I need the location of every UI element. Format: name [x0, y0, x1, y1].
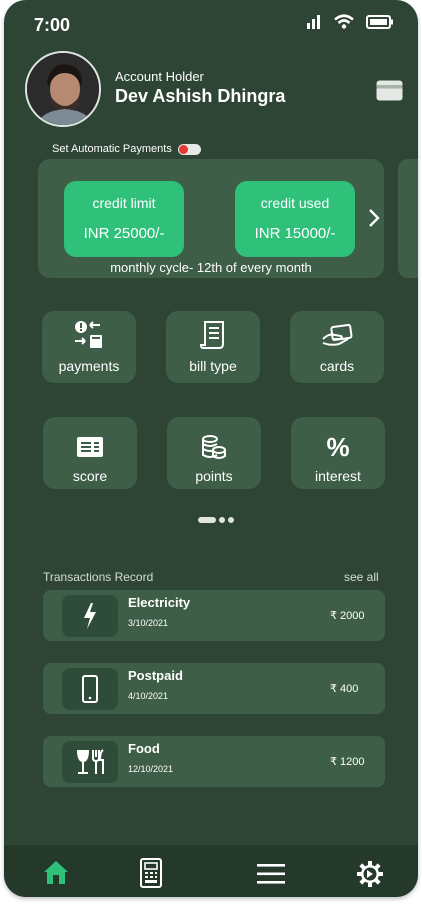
- transaction-name: Postpaid: [128, 668, 183, 683]
- pos-terminal-icon[interactable]: [140, 858, 162, 893]
- autopay-label: Set Automatic Payments: [52, 143, 172, 155]
- credit-used-value: INR 15000/-: [254, 225, 336, 242]
- score-icon: [77, 437, 103, 457]
- credit-limit-pill: credit limit INR 25000/-: [64, 181, 184, 257]
- percent-icon: %: [326, 431, 350, 462]
- tile-score[interactable]: score: [43, 417, 137, 489]
- transactions-title: Transactions Record: [43, 570, 154, 584]
- credit-used-pill: credit used INR 15000/-: [235, 181, 355, 257]
- chevron-right-icon[interactable]: [368, 208, 380, 233]
- transaction-row[interactable]: Postpaid 4/10/2021 ₹ 400: [43, 663, 385, 714]
- page-indicator[interactable]: [198, 517, 234, 523]
- phone-icon: [82, 675, 98, 703]
- tile-label: points: [195, 468, 233, 484]
- transaction-amount: ₹ 2000: [330, 610, 365, 622]
- tile-label: bill type: [189, 358, 237, 374]
- tile-bill-type[interactable]: bill type: [166, 311, 260, 383]
- transaction-row[interactable]: Electricity 3/10/2021 ₹ 2000: [43, 590, 385, 641]
- lightning-icon: [84, 603, 96, 629]
- account-label: Account Holder: [115, 69, 204, 84]
- home-icon[interactable]: [43, 860, 69, 890]
- page-dot-active: [198, 517, 216, 523]
- coins-icon: [202, 435, 226, 459]
- tile-cards[interactable]: cards: [290, 311, 384, 383]
- credit-limit-value: INR 25000/-: [83, 225, 165, 242]
- autopay-toggle[interactable]: [177, 143, 201, 155]
- tile-label: score: [72, 468, 108, 484]
- account-holder-name: Dev Ashish Dhingra: [115, 86, 286, 106]
- transaction-date: 4/10/2021: [128, 691, 169, 701]
- tile-label: interest: [315, 468, 361, 484]
- transaction-amount: ₹ 1200: [330, 756, 365, 768]
- food-icon-box: [62, 741, 118, 783]
- billing-cycle-text: monthly cycle- 12th of every month: [110, 260, 312, 275]
- transaction-name: Electricity: [128, 595, 191, 610]
- next-card-peek[interactable]: [398, 159, 418, 278]
- credit-used-label: credit used: [260, 195, 330, 211]
- payments-icon: [75, 321, 102, 348]
- battery-icon: [366, 14, 393, 29]
- page-dot: [228, 517, 234, 523]
- status-time: 7:00: [34, 15, 71, 35]
- electricity-icon-box: [62, 595, 118, 637]
- transaction-date: 3/10/2021: [128, 618, 169, 628]
- tile-label: cards: [319, 358, 355, 374]
- bill-icon: [200, 321, 224, 349]
- autopay-row: Set Automatic Payments: [52, 143, 201, 155]
- avatar-photo: [27, 53, 99, 125]
- transaction-amount: ₹ 400: [330, 683, 359, 695]
- avatar[interactable]: [25, 51, 101, 127]
- cards-icon: [322, 323, 353, 346]
- food-icon: [77, 749, 104, 774]
- transaction-row[interactable]: Food 12/10/2021 ₹ 1200: [43, 736, 385, 787]
- signal-icon: [307, 14, 320, 29]
- wallet-card-icon[interactable]: [376, 80, 403, 106]
- wifi-icon: [334, 14, 354, 29]
- transaction-name: Food: [128, 741, 160, 756]
- postpaid-icon-box: [62, 668, 118, 710]
- credit-limit-label: credit limit: [92, 195, 156, 211]
- tile-payments[interactable]: payments: [42, 311, 136, 383]
- page-dot: [219, 517, 225, 523]
- see-all-link[interactable]: see all: [344, 570, 379, 584]
- tile-label: payments: [58, 358, 120, 374]
- status-icons: [306, 14, 394, 29]
- tile-interest[interactable]: % interest: [291, 417, 385, 489]
- settings-icon[interactable]: [356, 860, 384, 893]
- bottom-nav-bar: [4, 845, 418, 897]
- transaction-date: 12/10/2021: [128, 764, 174, 774]
- phone-screen: 7:00 Account Holder Dev Ashish Dhingra S…: [4, 0, 418, 897]
- menu-icon[interactable]: [256, 863, 286, 890]
- tile-points[interactable]: points: [167, 417, 261, 489]
